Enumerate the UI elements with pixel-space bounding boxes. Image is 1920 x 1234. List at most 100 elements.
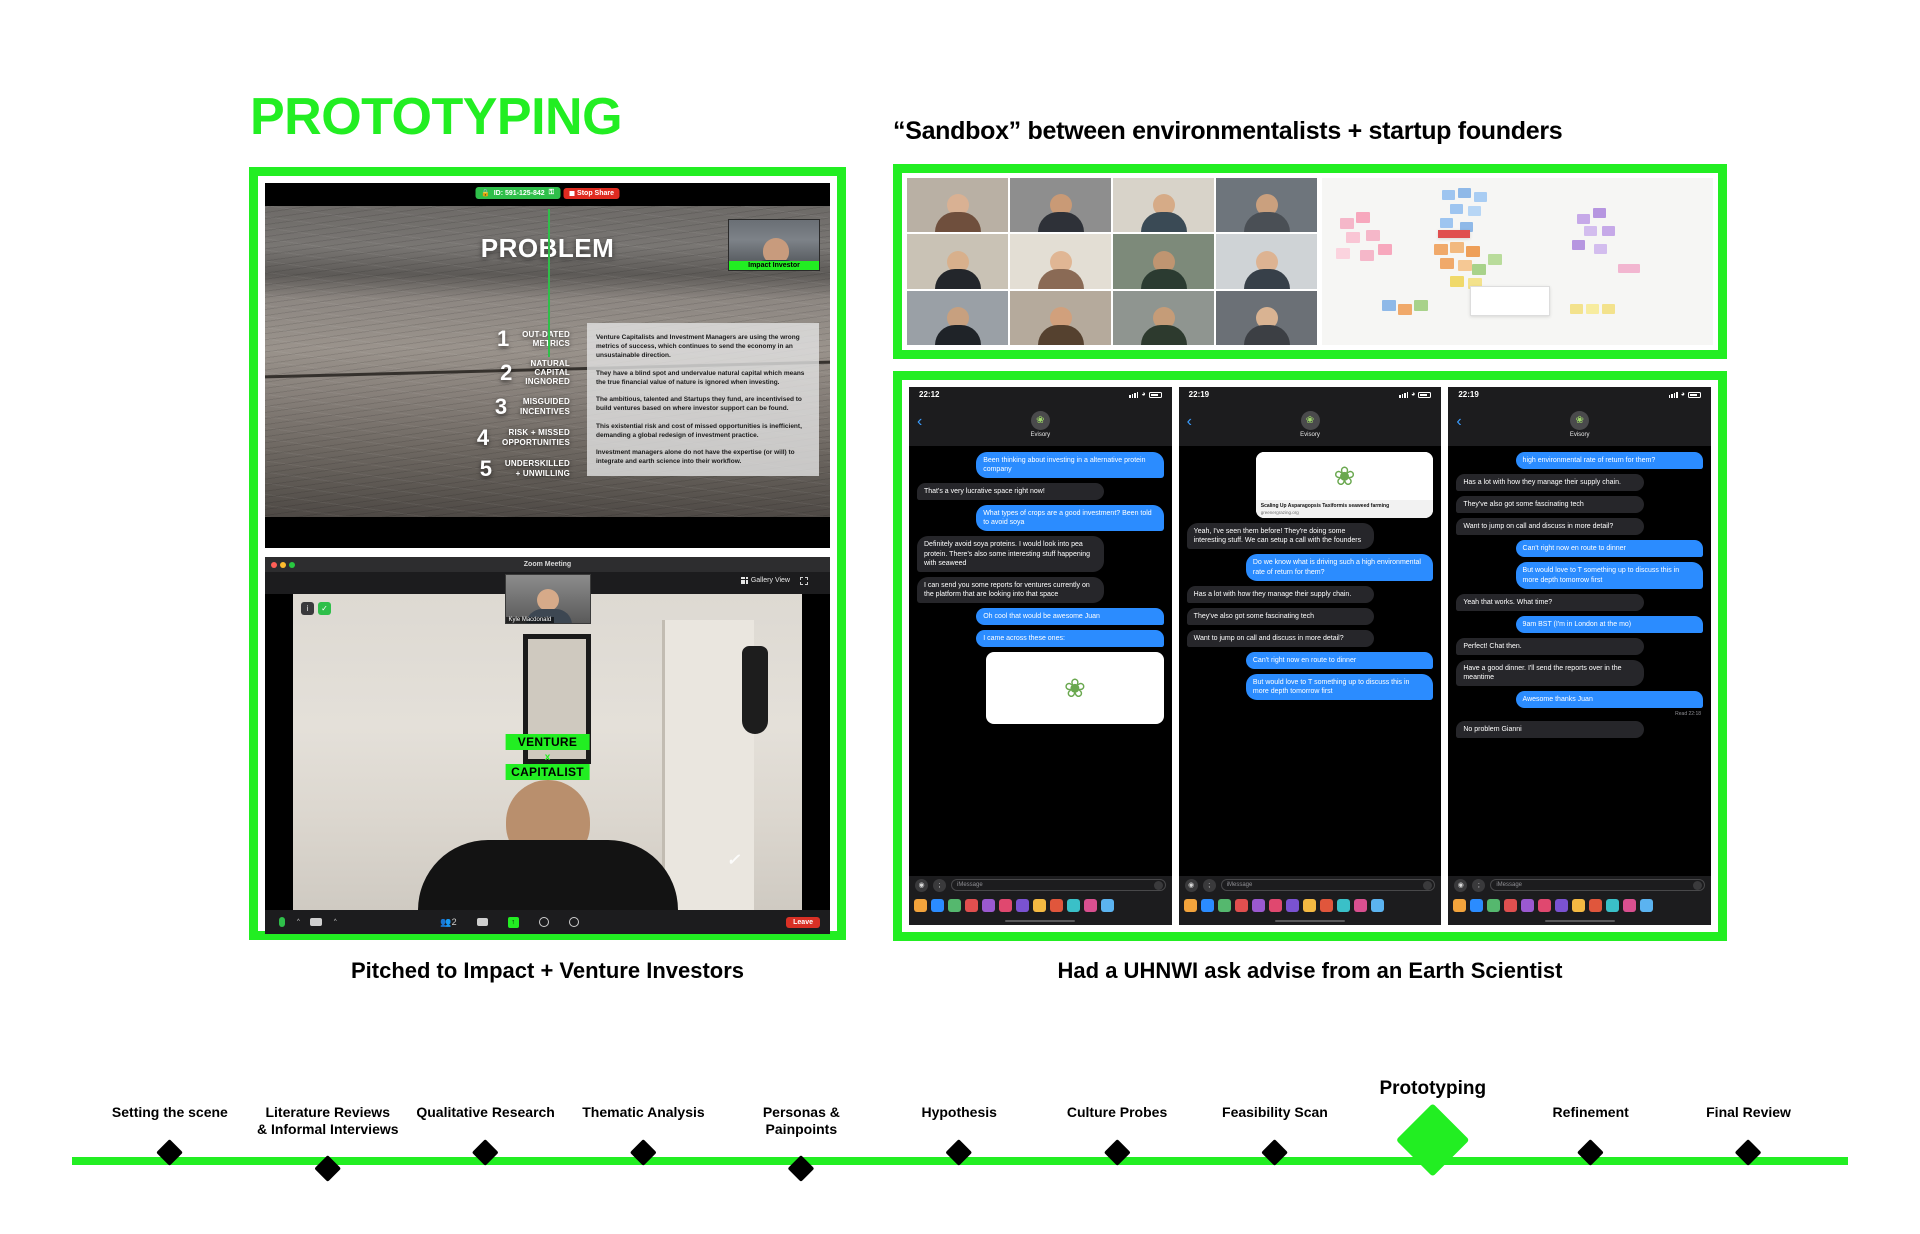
message-thread[interactable]: Been thinking about investing in a alter… [909, 446, 1172, 876]
miro-frame-card [1470, 286, 1550, 316]
video-button[interactable] [309, 918, 322, 926]
imessage-app-icon[interactable] [1200, 898, 1214, 912]
imessage-app-icon[interactable] [1453, 898, 1467, 912]
info-icon[interactable]: i [301, 602, 314, 615]
imessage-app-icon[interactable] [1572, 898, 1586, 912]
camera-icon[interactable]: ◉ [1184, 878, 1198, 892]
timeline-node[interactable]: Culture Probes [1067, 1104, 1167, 1166]
mute-button[interactable] [279, 917, 285, 927]
timeline-node[interactable]: Feasibility Scan [1222, 1104, 1328, 1166]
timeline-node-label: Refinement [1552, 1104, 1629, 1120]
chevron-up-icon[interactable]: ^ [297, 919, 300, 925]
imessage-app-icon[interactable] [1589, 898, 1603, 912]
encryption-shield-icon[interactable]: ✓ [318, 602, 331, 615]
imessage-input[interactable]: iMessage [1490, 879, 1706, 891]
imessage-app-icon[interactable] [931, 898, 944, 912]
timeline-node[interactable]: Prototyping [1379, 1078, 1486, 1178]
timeline-node[interactable]: Literature Reviews & Informal Interviews [257, 1104, 399, 1182]
imessage-app-icon[interactable] [1336, 898, 1350, 912]
share-screen-button[interactable]: ↑ [507, 916, 519, 928]
imessage-app-icon[interactable] [914, 898, 927, 912]
imessage-app-icon[interactable] [1067, 898, 1080, 912]
self-video-name: Kyle Macdonald [505, 617, 555, 623]
leave-meeting-button[interactable]: Leave [786, 916, 820, 928]
imessage-app-icon[interactable] [999, 898, 1012, 912]
timeline-node[interactable]: Thematic Analysis [582, 1104, 705, 1166]
timeline-node[interactable]: Setting the scene [112, 1104, 228, 1166]
imessage-app-icon[interactable] [1487, 898, 1501, 912]
sticky-note [1570, 304, 1583, 314]
app-store-icon[interactable]: ; [1202, 878, 1216, 892]
back-chevron-icon[interactable]: ‹ [1187, 414, 1192, 430]
imessage-app-icon[interactable] [1319, 898, 1333, 912]
imessage-input[interactable]: iMessage [951, 879, 1166, 891]
sticky-note [1602, 226, 1615, 236]
imessage-app-icon[interactable] [1016, 898, 1029, 912]
imessage-app-icon[interactable] [1302, 898, 1316, 912]
link-preview-card[interactable]: ❀ Scaling Up Asparagopsis Taxiformis sea… [1255, 452, 1434, 519]
imessage-app-icon[interactable] [1623, 898, 1637, 912]
sticky-note [1340, 218, 1354, 229]
contact-name: Evisory [1569, 431, 1590, 438]
imessage-app-drawer[interactable] [909, 894, 1172, 916]
timeline-node[interactable]: Final Review [1706, 1104, 1791, 1166]
back-chevron-icon[interactable]: ‹ [917, 414, 922, 430]
imessage-input[interactable]: iMessage [1220, 879, 1436, 891]
imessage-app-icon[interactable] [1101, 898, 1114, 912]
imessage-app-drawer[interactable] [1448, 894, 1712, 916]
imessage-app-icon[interactable] [1285, 898, 1299, 912]
imessage-app-icon[interactable] [948, 898, 961, 912]
back-chevron-icon[interactable]: ‹ [1456, 414, 1461, 430]
imessage-app-icon[interactable] [1251, 898, 1265, 912]
timeline-node[interactable]: Refinement [1552, 1104, 1629, 1166]
timeline-node[interactable]: Qualitative Research [416, 1104, 555, 1166]
app-store-icon[interactable]: ; [1472, 878, 1486, 892]
participant-torso [1140, 268, 1187, 289]
imessage-app-icon[interactable] [1050, 898, 1063, 912]
chat-button[interactable] [476, 918, 488, 926]
imessage-app-icon[interactable] [1033, 898, 1046, 912]
imessage-app-icon[interactable] [1504, 898, 1518, 912]
imessage-app-icon[interactable] [1521, 898, 1535, 912]
record-icon [538, 917, 549, 927]
imessage-app-icon[interactable] [1268, 898, 1282, 912]
timeline-node[interactable]: Hypothesis [921, 1104, 997, 1166]
contact-avatar[interactable]: ❀ [1300, 410, 1320, 430]
participants-button[interactable]: 👥2 [440, 917, 456, 928]
reactions-button[interactable] [568, 917, 579, 927]
video-participant-tile [907, 290, 1008, 345]
imessage-app-drawer[interactable] [1178, 894, 1442, 916]
imessage-app-icon[interactable] [1217, 898, 1231, 912]
camera-icon[interactable]: ◉ [915, 878, 928, 892]
fullscreen-icon[interactable] [800, 577, 808, 585]
imessage-app-icon[interactable] [1183, 898, 1197, 912]
message-thread[interactable]: high environmental rate of return for th… [1448, 446, 1712, 876]
stop-share-button[interactable]: Stop Share [563, 187, 620, 199]
imessage-app-icon[interactable] [965, 898, 978, 912]
message-thread[interactable]: ❀ Scaling Up Asparagopsis Taxiformis sea… [1178, 446, 1442, 876]
imessage-app-icon[interactable] [1234, 898, 1248, 912]
app-store-icon[interactable]: ; [933, 878, 946, 892]
send-icon[interactable] [1693, 880, 1703, 890]
imessage-app-icon[interactable] [982, 898, 995, 912]
imessage-app-icon[interactable] [1084, 898, 1097, 912]
imessage-app-icon[interactable] [1470, 898, 1484, 912]
contact-avatar[interactable]: ❀ [1570, 410, 1590, 430]
imessage-app-icon[interactable] [1538, 898, 1552, 912]
send-icon[interactable] [1153, 880, 1163, 890]
record-button[interactable] [538, 917, 549, 927]
imessage-app-icon[interactable] [1353, 898, 1367, 912]
camera-icon[interactable]: ◉ [1454, 878, 1468, 892]
imessage-app-icon[interactable] [1370, 898, 1384, 912]
imessage-app-icon[interactable] [1640, 898, 1654, 912]
timeline-node[interactable]: Personas & Painpoints [763, 1104, 840, 1182]
imessage-app-icon[interactable] [1606, 898, 1620, 912]
participant-torso [1037, 212, 1084, 233]
chevron-up-icon-2[interactable]: ^ [334, 919, 337, 925]
imessage-app-icon[interactable] [1555, 898, 1569, 912]
image-attachment[interactable]: ❀ [986, 652, 1164, 725]
problem-paragraph: The ambitious, talented and Startups the… [596, 396, 802, 413]
gallery-view-button[interactable]: Gallery View [740, 577, 790, 584]
contact-avatar[interactable]: ❀ [1030, 410, 1050, 430]
send-icon[interactable] [1423, 880, 1433, 890]
